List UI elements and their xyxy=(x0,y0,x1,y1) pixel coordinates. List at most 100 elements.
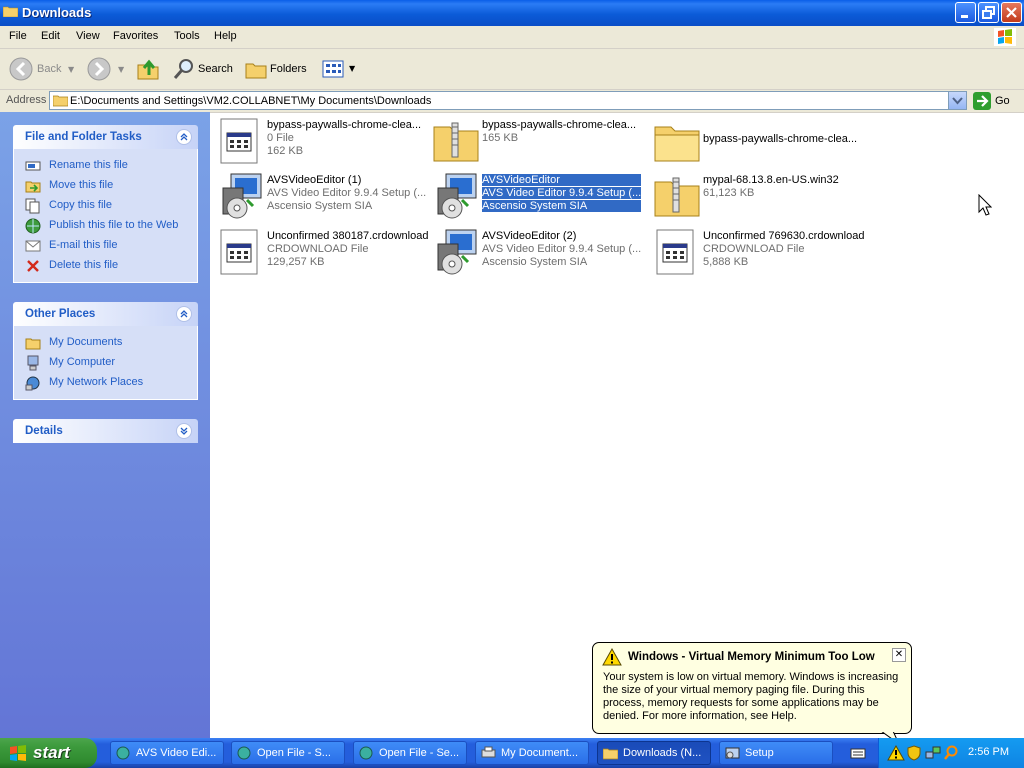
back-label: Back xyxy=(37,63,62,75)
views-icon xyxy=(322,60,344,78)
taskbar-button-downloads[interactable]: Downloads (N... xyxy=(597,741,711,765)
place-label: My Documents xyxy=(49,336,123,348)
delete-file-task[interactable]: Delete this file xyxy=(14,256,197,276)
file-folder-tasks-header[interactable]: File and Folder Tasks xyxy=(13,125,198,149)
keyboard-icon xyxy=(850,748,866,759)
title-bar[interactable]: Downloads xyxy=(0,0,1024,26)
search-tray-icon[interactable] xyxy=(943,745,959,761)
file-company: Ascensio System SIA xyxy=(267,200,373,212)
file-item-selected[interactable]: AVSVideoEditor AVS Video Editor 9.9.4 Se… xyxy=(432,172,647,222)
taskbar-button-label: AVS Video Edi... xyxy=(136,747,217,759)
panel-title: File and Folder Tasks xyxy=(25,131,142,143)
clock: 2:56 PM xyxy=(968,746,1009,758)
menu-file[interactable]: File xyxy=(9,30,27,42)
publish-web-task[interactable]: Publish this file to the Web xyxy=(14,216,197,236)
balloon-close-button[interactable]: ✕ xyxy=(892,648,906,662)
file-name: AVSVideoEditor (2) xyxy=(482,230,577,242)
app-icon xyxy=(359,746,373,760)
details-header[interactable]: Details xyxy=(13,419,198,443)
panel-title: Details xyxy=(25,425,63,437)
back-arrow-icon xyxy=(9,57,33,81)
file-item[interactable]: bypass-paywalls-chrome-clea... 165 KB xyxy=(432,117,647,167)
collapse-icon[interactable] xyxy=(176,129,192,145)
up-folder-button[interactable] xyxy=(135,55,161,83)
menu-help[interactable]: Help xyxy=(214,30,237,42)
system-tray: 2:56 PM xyxy=(878,738,1024,768)
back-dropdown-icon[interactable]: ▼ xyxy=(68,65,74,74)
window-title: Downloads xyxy=(22,5,92,20)
network-connection-icon[interactable] xyxy=(925,745,941,761)
taskbar-button-avs-video-editor[interactable]: AVS Video Edi... xyxy=(110,741,224,765)
app-icon xyxy=(237,746,251,760)
search-label: Search xyxy=(198,63,233,75)
start-button[interactable]: start xyxy=(0,738,97,768)
back-button[interactable]: Back ▼ xyxy=(6,55,76,83)
other-places-header[interactable]: Other Places xyxy=(13,302,198,326)
file-item[interactable]: bypass-paywalls-chrome-clea... 0 File 16… xyxy=(217,117,432,167)
keyboard-language-icon[interactable] xyxy=(850,745,866,761)
rename-icon xyxy=(25,161,41,171)
file-size: 162 KB xyxy=(267,145,304,157)
menu-favorites[interactable]: Favorites xyxy=(113,30,158,42)
taskbar-button-setup[interactable]: Setup xyxy=(719,741,833,765)
address-dropdown-button[interactable] xyxy=(948,92,966,109)
taskbar-button-label: Open File - S... xyxy=(257,747,331,759)
forward-dropdown-icon[interactable]: ▼ xyxy=(118,65,124,74)
move-icon xyxy=(25,181,41,193)
expand-icon[interactable] xyxy=(176,423,192,439)
mouse-cursor-icon xyxy=(978,194,992,216)
rename-file-task[interactable]: Rename this file xyxy=(14,156,197,176)
taskbar-button-label: Open File - Se... xyxy=(379,747,460,759)
warning-icon xyxy=(602,648,622,666)
zip-folder-icon xyxy=(433,122,479,162)
taskbar-button-open-file-2[interactable]: Open File - Se... xyxy=(353,741,467,765)
zip-folder-icon xyxy=(654,177,700,217)
collapse-icon[interactable] xyxy=(176,306,192,322)
menu-tools[interactable]: Tools xyxy=(174,30,200,42)
file-size: 165 KB xyxy=(482,132,519,144)
close-button[interactable] xyxy=(1001,2,1022,23)
file-name: Unconfirmed 380187.crdownload xyxy=(267,230,429,242)
tray-warning-icon[interactable] xyxy=(887,745,905,761)
file-company: Ascensio System SIA xyxy=(482,200,641,212)
search-icon xyxy=(173,59,193,79)
place-label: My Network Places xyxy=(49,376,144,388)
folders-label: Folders xyxy=(270,63,307,75)
file-name: bypass-paywalls-chrome-clea... xyxy=(482,119,637,131)
file-item[interactable]: bypass-paywalls-chrome-clea... xyxy=(653,117,868,167)
copy-file-task[interactable]: Copy this file xyxy=(14,196,197,216)
views-button[interactable]: ▼ xyxy=(320,55,358,83)
forward-button[interactable]: ▼ xyxy=(86,55,126,83)
folder-icon xyxy=(53,95,68,107)
file-item[interactable]: Unconfirmed 769630.crdownload CRDOWNLOAD… xyxy=(653,228,868,278)
menu-edit[interactable]: Edit xyxy=(41,30,60,42)
file-item[interactable]: AVSVideoEditor (2) AVS Video Editor 9.9.… xyxy=(432,228,647,278)
place-my-network-places[interactable]: My Network Places xyxy=(14,373,197,393)
up-folder-icon xyxy=(137,59,159,80)
security-shield-icon[interactable] xyxy=(907,745,921,761)
address-input[interactable]: E:\Documents and Settings\VM2.COLLABNET\… xyxy=(49,91,967,110)
menu-view[interactable]: View xyxy=(76,30,100,42)
place-my-computer[interactable]: My Computer xyxy=(14,353,197,373)
go-button[interactable]: Go xyxy=(970,91,1016,111)
other-places-panel: Other Places My Documents My Computer My… xyxy=(13,302,198,400)
setup-icon xyxy=(725,747,740,759)
search-button[interactable]: Search xyxy=(170,55,236,83)
restore-icon xyxy=(982,6,995,19)
place-my-documents[interactable]: My Documents xyxy=(14,333,197,353)
file-item[interactable]: AVSVideoEditor (1) AVS Video Editor 9.9.… xyxy=(217,172,432,222)
taskbar-button-my-documents[interactable]: My Document... xyxy=(475,741,589,765)
folders-button[interactable]: Folders xyxy=(242,55,310,83)
taskbar-button-label: My Document... xyxy=(501,747,579,759)
go-arrow-icon xyxy=(973,92,991,110)
notification-balloon[interactable]: Windows - Virtual Memory Minimum Too Low… xyxy=(592,642,912,745)
file-item[interactable]: Unconfirmed 380187.crdownload CRDOWNLOAD… xyxy=(217,228,432,278)
move-file-task[interactable]: Move this file xyxy=(14,176,197,196)
minimize-button[interactable] xyxy=(955,2,976,23)
email-file-task[interactable]: E-mail this file xyxy=(14,236,197,256)
file-item[interactable]: mypal-68.13.8.en-US.win32 61,123 KB xyxy=(653,172,868,222)
restore-button[interactable] xyxy=(978,2,999,23)
installer-icon xyxy=(437,173,477,219)
taskbar-button-open-file-1[interactable]: Open File - S... xyxy=(231,741,345,765)
details-panel: Details xyxy=(13,419,198,443)
